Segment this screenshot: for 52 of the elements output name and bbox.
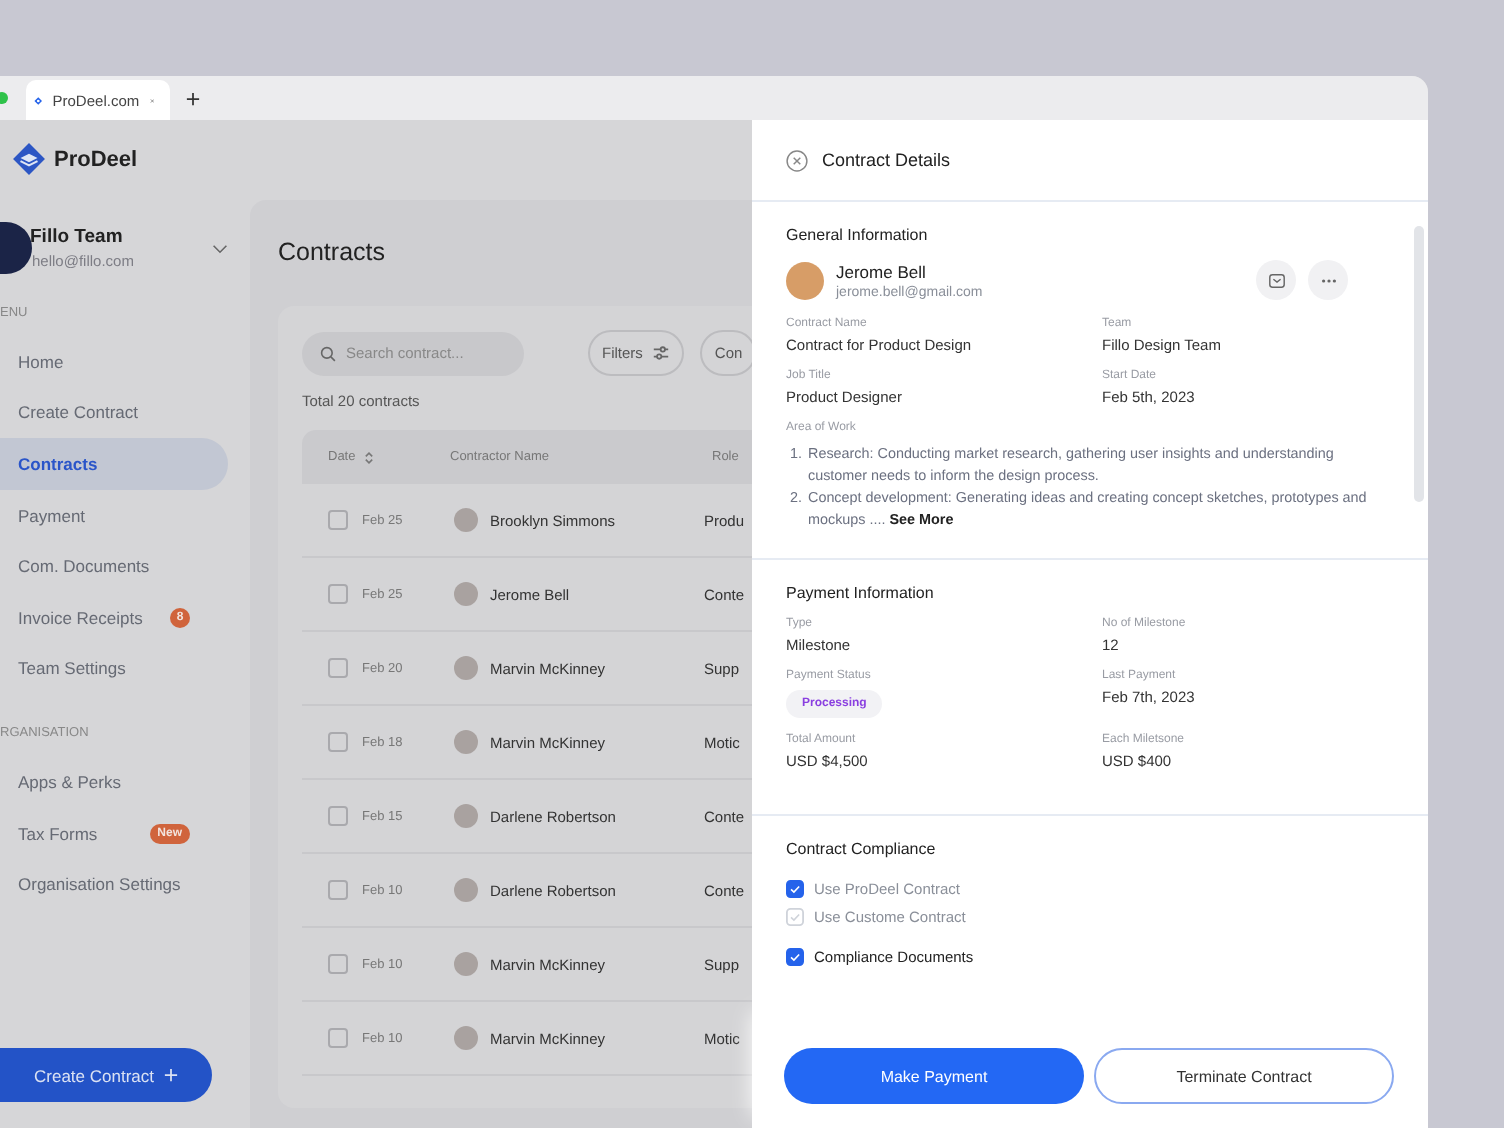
row-checkbox[interactable] (328, 584, 348, 604)
nav-item[interactable]: Home (0, 336, 228, 388)
nav-item[interactable]: Com. Documents (0, 540, 228, 592)
logo-icon (12, 142, 46, 176)
row-checkbox[interactable] (328, 732, 348, 752)
avatar (454, 952, 478, 976)
avatar (454, 508, 478, 532)
checkbox[interactable] (786, 947, 804, 965)
section-heading: General Information (786, 226, 930, 244)
plus-icon (164, 1068, 178, 1082)
logo-icon (34, 91, 43, 109)
mail-icon (1267, 271, 1285, 289)
section-heading: Payment Information (786, 584, 936, 602)
checkbox[interactable] (786, 879, 804, 897)
avatar (454, 878, 478, 902)
more-button[interactable] (1308, 260, 1348, 300)
nav-item[interactable]: Contracts (0, 438, 228, 490)
avatar (786, 261, 824, 299)
row-checkbox[interactable] (328, 510, 348, 530)
nav-item[interactable]: Apps & Perks (0, 756, 228, 808)
nav-item[interactable]: Team Settings (0, 643, 228, 695)
brand-name: ProDeel (54, 147, 138, 171)
avatar (454, 730, 478, 754)
row-checkbox[interactable] (328, 954, 348, 974)
avatar (454, 1026, 478, 1050)
nav-item[interactable]: Organisation Settings (0, 858, 228, 910)
avatar (0, 222, 32, 274)
row-checkbox[interactable] (328, 658, 348, 678)
drawer-title: Contract Details (822, 150, 951, 170)
scrollbar-thumb[interactable] (1414, 226, 1424, 502)
row-checkbox[interactable] (328, 1028, 348, 1048)
sort-icon[interactable] (363, 449, 374, 465)
nav-item[interactable]: Payment (0, 489, 228, 541)
avatar (454, 656, 478, 680)
chevron-down-icon (212, 243, 228, 253)
avatar (454, 804, 478, 828)
make-payment-button[interactable]: Make Payment (784, 1048, 1084, 1104)
team-name: Fillo Team (30, 226, 125, 248)
nav-item[interactable]: Create Contract (0, 387, 228, 439)
mail-button[interactable] (1256, 260, 1296, 300)
terminate-contract-button[interactable]: Terminate Contract (1094, 1048, 1394, 1104)
sliders-icon (652, 344, 671, 362)
search-icon (320, 345, 336, 361)
close-icon[interactable] (786, 149, 808, 171)
page-title: Contracts (278, 238, 387, 270)
section-heading: Contract Compliance (786, 840, 938, 858)
avatar (454, 582, 478, 606)
create-contract-button[interactable]: Create Contract (0, 1048, 212, 1102)
row-checkbox[interactable] (328, 880, 348, 900)
row-checkbox[interactable] (328, 806, 348, 826)
person-name: Jerome Bell (836, 261, 928, 281)
plus-icon[interactable] (186, 91, 200, 105)
